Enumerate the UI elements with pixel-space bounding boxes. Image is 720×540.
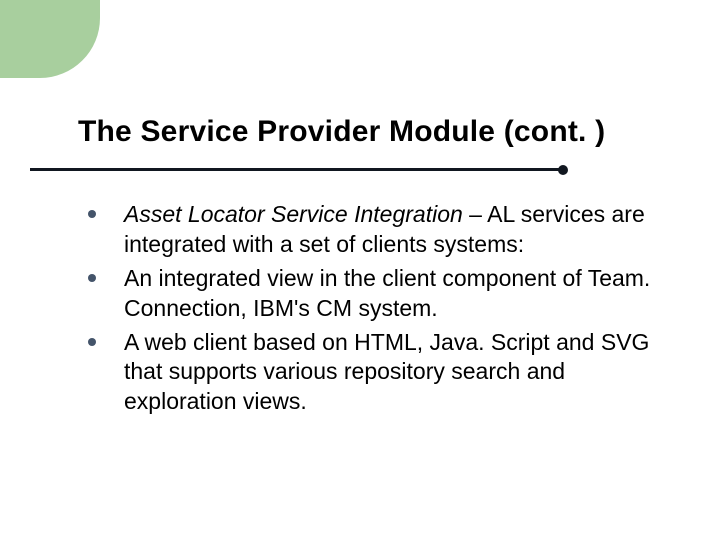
list-item: A web client based on HTML, Java. Script… xyxy=(88,328,668,418)
list-item-text: A web client based on HTML, Java. Script… xyxy=(124,328,668,418)
bullet-icon xyxy=(88,338,96,346)
bullet-icon xyxy=(88,210,96,218)
slide-title: The Service Provider Module (cont. ) xyxy=(78,115,605,149)
list-item-lead: Asset Locator Service Integration xyxy=(124,201,463,227)
corner-accent xyxy=(0,0,100,78)
list-item-text: An integrated view in the client compone… xyxy=(124,264,668,324)
list-item: Asset Locator Service Integration – AL s… xyxy=(88,200,668,260)
title-underline xyxy=(30,168,560,171)
bullet-icon xyxy=(88,274,96,282)
list-item-rest: An integrated view in the client compone… xyxy=(124,265,650,321)
list-item-rest: A web client based on HTML, Java. Script… xyxy=(124,329,649,415)
list-item: An integrated view in the client compone… xyxy=(88,264,668,324)
slide-body: Asset Locator Service Integration – AL s… xyxy=(88,200,668,421)
list-item-text: Asset Locator Service Integration – AL s… xyxy=(124,200,668,260)
